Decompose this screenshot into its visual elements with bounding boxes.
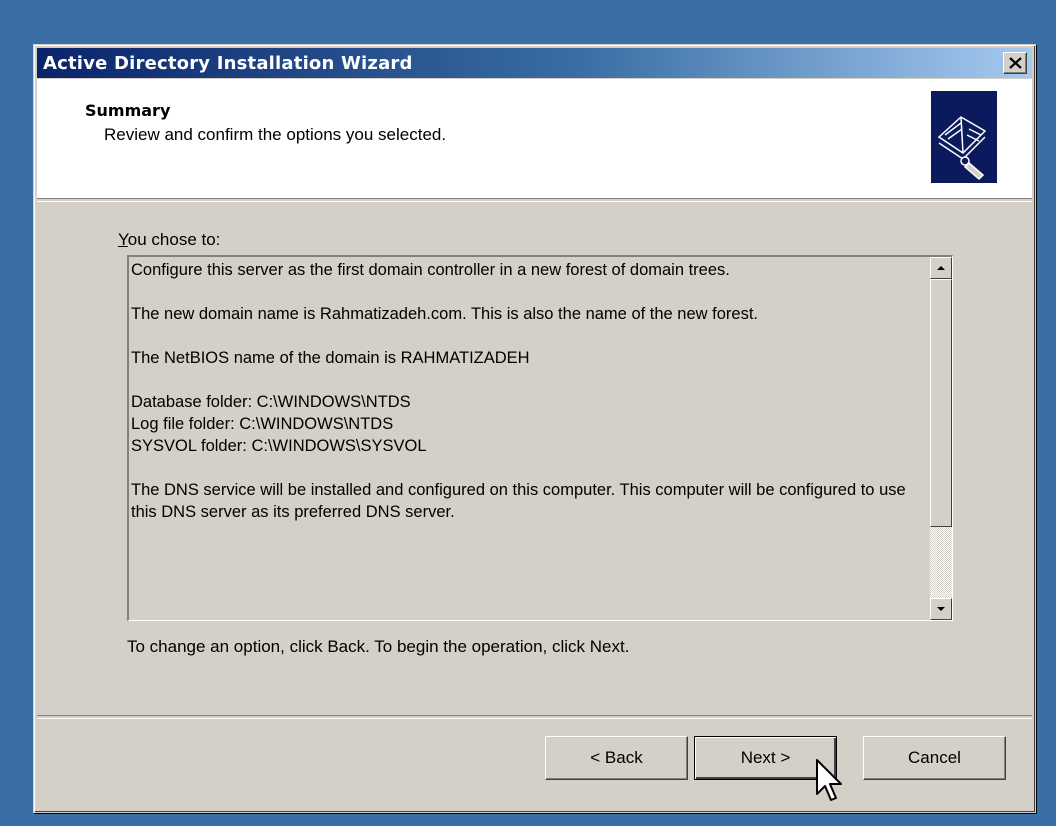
summary-line: The NetBIOS name of the domain is RAHMAT…: [131, 349, 530, 367]
directory-book-icon: [931, 91, 997, 183]
wizard-header: Summary Review and confirm the options y…: [37, 79, 1032, 198]
summary-line: Configure this server as the first domai…: [131, 261, 730, 279]
summary-line: SYSVOL folder: C:\WINDOWS\SYSVOL: [131, 437, 427, 455]
title-bar[interactable]: Active Directory Installation Wizard: [37, 48, 1032, 78]
summary-line: The new domain name is Rahmatizadeh.com.…: [131, 305, 759, 323]
scroll-thumb[interactable]: [930, 279, 952, 527]
page-title: Summary: [85, 101, 171, 120]
vertical-scrollbar[interactable]: [930, 257, 952, 620]
close-icon: [1009, 57, 1022, 69]
header-separator: [37, 198, 1032, 202]
summary-line: Log file folder: C:\WINDOWS\NTDS: [131, 415, 394, 433]
summary-line: Database folder: C:\WINDOWS\NTDS: [131, 393, 411, 411]
scroll-up-button[interactable]: [930, 257, 952, 279]
summary-text: Configure this server as the first domai…: [131, 259, 915, 523]
you-chose-label: You chose to:: [118, 230, 221, 249]
scroll-down-button[interactable]: [930, 598, 952, 620]
page-subtitle: Review and confirm the options you selec…: [104, 125, 447, 144]
window-title: Active Directory Installation Wizard: [43, 53, 413, 74]
arrow-up-icon: [937, 266, 945, 270]
arrow-down-icon: [937, 607, 945, 611]
wizard-window: Active Directory Installation Wizard Sum…: [33, 44, 1036, 813]
footer-separator: [37, 715, 1032, 719]
summary-textbox[interactable]: Configure this server as the first domai…: [127, 255, 953, 621]
cancel-button[interactable]: Cancel: [863, 736, 1006, 780]
instruction-text: To change an option, click Back. To begi…: [127, 637, 630, 656]
back-button[interactable]: < Back: [545, 736, 688, 780]
close-button[interactable]: [1003, 52, 1027, 74]
mouse-pointer-icon: [816, 759, 842, 801]
summary-line: The DNS service will be installed and co…: [131, 481, 906, 521]
